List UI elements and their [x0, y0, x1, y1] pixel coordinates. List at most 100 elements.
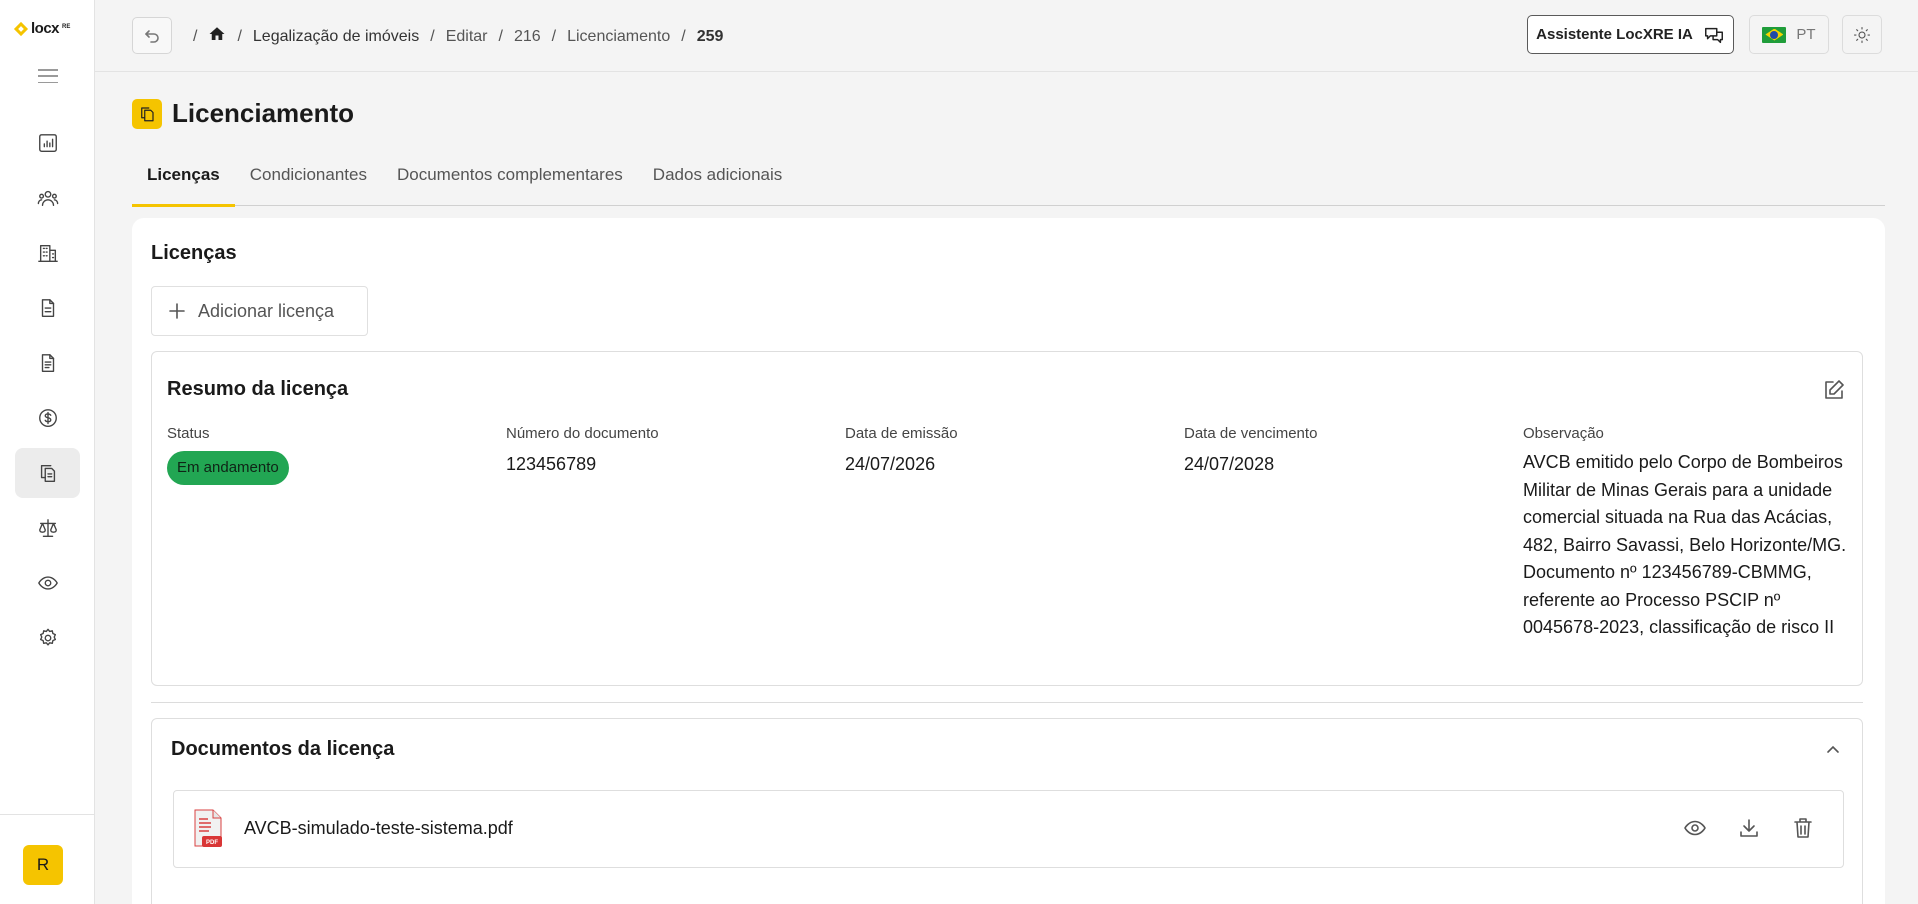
dollar-circle-icon	[38, 409, 57, 427]
back-button[interactable]	[132, 17, 172, 54]
breadcrumb-licenciamento[interactable]: Licenciamento	[567, 28, 670, 46]
license-documents-title: Documentos da licença	[171, 738, 395, 760]
license-summary-panel: Resumo da licença Status Em andamento Nú…	[151, 351, 1863, 686]
add-license-button[interactable]: Adicionar licença	[151, 286, 368, 336]
sidebar-item-documents[interactable]	[15, 283, 80, 333]
view-file-button[interactable]	[1683, 816, 1707, 840]
sidebar-item-settings[interactable]	[15, 613, 80, 663]
expiry-date-label: Data de vencimento	[1184, 425, 1318, 442]
home-icon[interactable]	[208, 25, 226, 48]
language-code: PT	[1796, 26, 1816, 43]
svg-text:PDF: PDF	[206, 840, 218, 846]
chevron-up-icon	[1827, 745, 1839, 753]
user-avatar[interactable]: R	[23, 845, 63, 885]
brazil-flag-icon	[1762, 26, 1787, 43]
breadcrumb-separator: /	[498, 27, 503, 45]
brand-suffix: RE	[62, 23, 71, 30]
license-summary-title: Resumo da licença	[167, 378, 349, 400]
observation-value: AVCB emitido pelo Corpo de Bombeiros Mil…	[1523, 452, 1847, 637]
sidebar-footer: R	[0, 814, 95, 904]
building-icon	[37, 244, 58, 262]
licenses-section-title: Licenças	[151, 242, 237, 264]
breadcrumb-record-id[interactable]: 216	[514, 28, 541, 46]
page-header: Licenciamento	[132, 98, 354, 129]
file-text-icon	[41, 354, 54, 372]
collapse-documents-button[interactable]	[1824, 741, 1842, 759]
breadcrumb: / / Legalização de imóveis / Editar / 21…	[182, 25, 723, 48]
expiry-date-field: Data de vencimento 24/07/2028	[1184, 425, 1317, 475]
breadcrumb-legalizacao[interactable]: Legalização de imóveis	[253, 28, 419, 46]
expiry-date-value: 24/07/2028	[1184, 454, 1275, 474]
sidebar-nav	[15, 118, 80, 668]
chat-bubbles-icon	[1704, 27, 1723, 43]
add-license-label: Adicionar licença	[198, 300, 335, 321]
issue-date-label: Data de emissão	[845, 425, 958, 442]
download-icon	[1740, 819, 1758, 837]
tab-bar: Licenças Condicionantes Documentos compl…	[132, 160, 1885, 207]
chart-icon	[38, 134, 57, 152]
page-title: Licenciamento	[172, 98, 355, 128]
tab-licencas[interactable]: Licenças	[132, 160, 235, 207]
sidebar-item-finance[interactable]	[15, 393, 80, 443]
sidebar: locx RE R	[0, 0, 95, 904]
theme-toggle-button[interactable]	[1842, 15, 1882, 54]
section-divider	[151, 702, 1863, 703]
eye-icon	[1684, 820, 1706, 836]
document-icon	[41, 299, 54, 317]
sidebar-item-users[interactable]	[15, 173, 80, 223]
file-row: PDF AVCB-simulado-teste-sistema.pdf	[173, 790, 1844, 868]
ai-assistant-button[interactable]: Assistente LocXRE IA	[1527, 15, 1734, 54]
status-label: Status	[167, 425, 210, 442]
top-bar: / / Legalização de imóveis / Editar / 21…	[95, 0, 1918, 72]
breadcrumb-current: 259	[696, 27, 724, 45]
breadcrumb-separator: /	[193, 27, 198, 45]
licensing-title-icon	[132, 98, 162, 129]
status-badge: Em andamento	[167, 451, 289, 485]
issue-date-field: Data de emissão 24/07/2026	[845, 425, 958, 475]
sidebar-item-contracts[interactable]	[15, 338, 80, 388]
sidebar-item-monitoring[interactable]	[15, 558, 80, 608]
document-number-field: Número do documento 123456789	[506, 425, 659, 475]
document-number-value: 123456789	[506, 454, 597, 474]
tab-dados-adicionais[interactable]: Dados adicionais	[638, 160, 797, 206]
sidebar-item-legal[interactable]	[15, 503, 80, 553]
observation-label: Observação	[1523, 425, 1604, 442]
gear-icon	[39, 628, 56, 646]
license-documents-panel: Documentos da licença PDF AVCB-simulado-…	[151, 718, 1863, 904]
undo-arrow-icon	[145, 29, 159, 43]
tab-documentos-complementares[interactable]: Documentos complementares	[382, 160, 638, 206]
language-selector[interactable]: PT	[1749, 15, 1829, 54]
scale-icon	[38, 519, 57, 537]
breadcrumb-separator: /	[551, 27, 557, 45]
copy-documents-icon	[40, 464, 55, 482]
brand-name: locx	[31, 20, 60, 37]
breadcrumb-editar[interactable]: Editar	[446, 28, 488, 46]
sidebar-item-buildings[interactable]	[15, 228, 80, 278]
pdf-file-icon: PDF	[194, 809, 222, 847]
logo-diamond-icon	[14, 22, 28, 36]
tab-condicionantes[interactable]: Condicionantes	[235, 160, 382, 206]
users-icon	[37, 190, 58, 207]
trash-icon	[1794, 818, 1812, 838]
sidebar-item-licensing[interactable]	[15, 448, 80, 498]
edit-pencil-icon	[1825, 380, 1844, 399]
breadcrumb-separator: /	[430, 27, 435, 45]
brand-logo[interactable]: locx RE	[14, 20, 70, 37]
ai-assistant-label: Assistente LocXRE IA	[1536, 26, 1693, 43]
menu-toggle-icon[interactable]	[38, 69, 58, 83]
file-name[interactable]: AVCB-simulado-teste-sistema.pdf	[244, 818, 513, 839]
edit-license-button[interactable]	[1822, 378, 1848, 404]
file-actions	[1683, 816, 1815, 840]
observation-field: Observação AVCB emitido pelo Corpo de Bo…	[1523, 425, 1853, 642]
document-number-label: Número do documento	[506, 425, 659, 442]
download-file-button[interactable]	[1737, 816, 1761, 840]
issue-date-value: 24/07/2026	[845, 454, 936, 474]
status-field: Status Em andamento	[167, 425, 289, 485]
sidebar-item-dashboard[interactable]	[15, 118, 80, 168]
licenses-card: Licenças Adicionar licença Resumo da lic…	[132, 218, 1885, 904]
breadcrumb-separator: /	[237, 27, 242, 45]
plus-icon	[169, 303, 185, 319]
eye-icon	[37, 576, 58, 590]
sun-icon	[1853, 26, 1871, 43]
delete-file-button[interactable]	[1791, 816, 1815, 840]
